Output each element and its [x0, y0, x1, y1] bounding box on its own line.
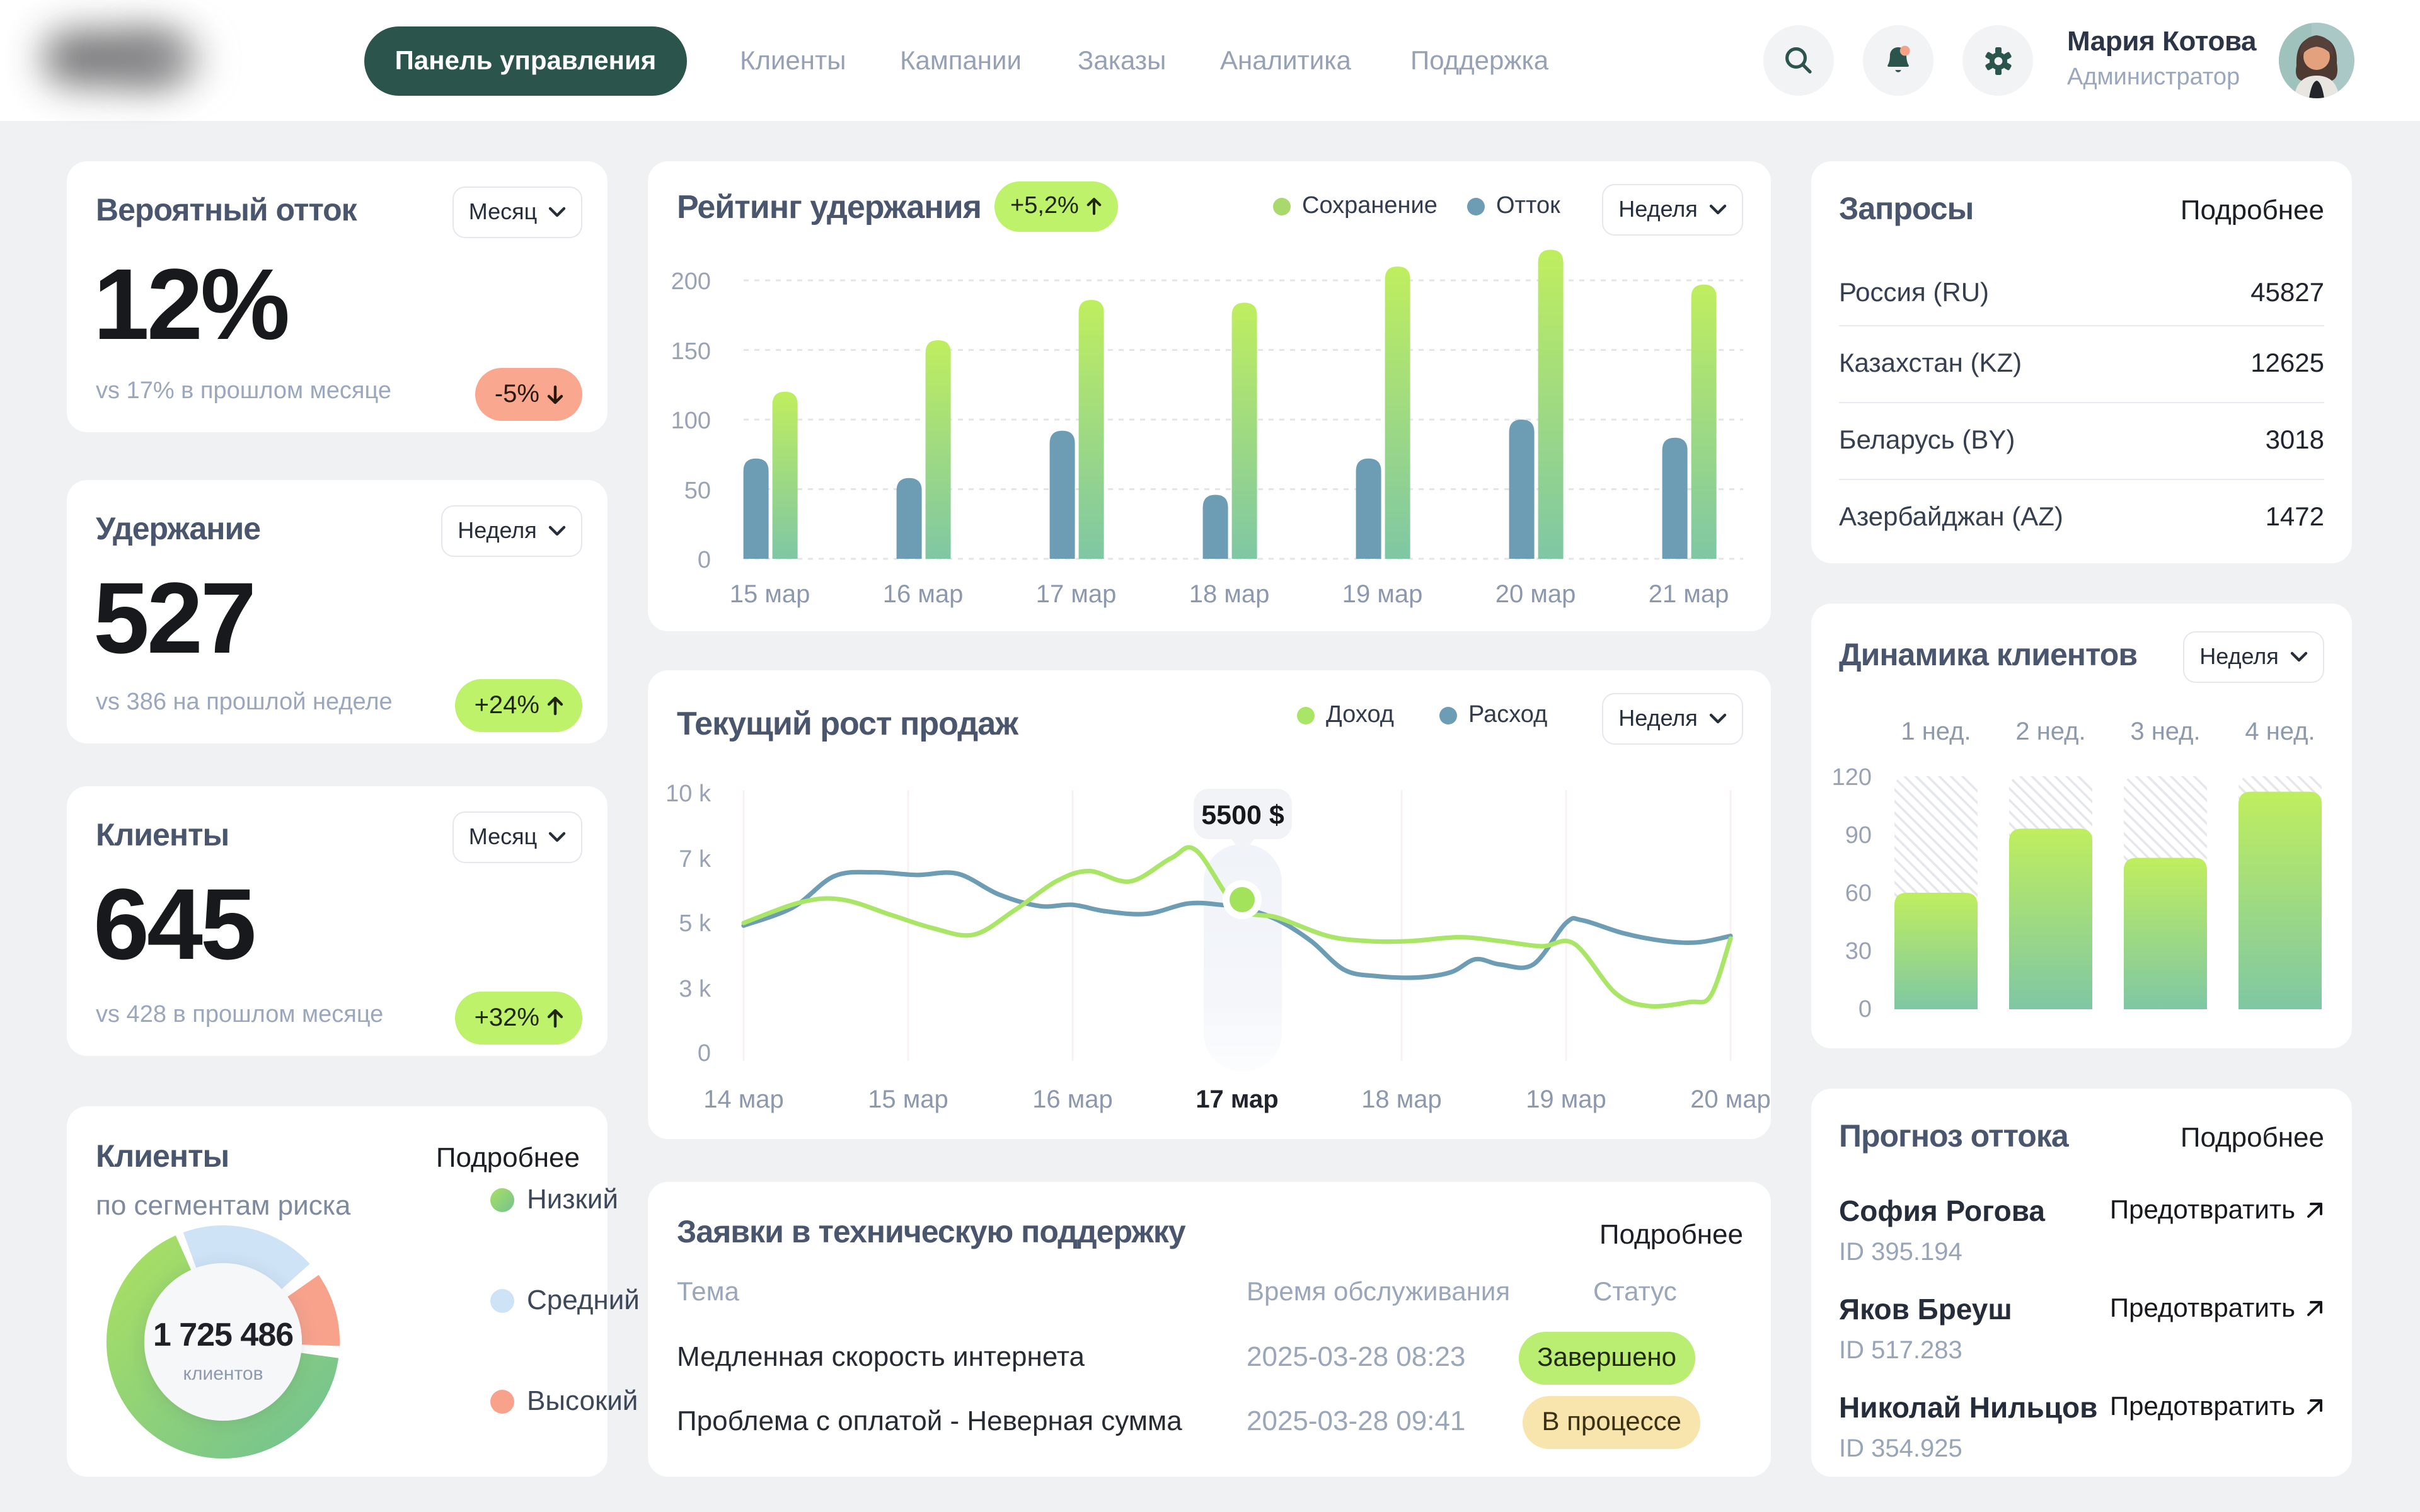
svg-text:5500 $: 5500 $: [1201, 800, 1284, 830]
svg-text:0: 0: [698, 547, 711, 573]
svg-text:10 k: 10 k: [666, 781, 712, 807]
svg-text:17 мар: 17 мар: [1196, 1085, 1278, 1113]
svg-text:18 мар: 18 мар: [1189, 580, 1270, 608]
svg-text:15 мар: 15 мар: [868, 1085, 948, 1113]
svg-text:2 нед.: 2 нед.: [2015, 718, 2085, 745]
svg-text:19 мар: 19 мар: [1526, 1085, 1606, 1113]
svg-text:21 мар: 21 мар: [1649, 580, 1729, 608]
svg-text:17 мар: 17 мар: [1036, 580, 1117, 608]
svg-text:20 мар: 20 мар: [1690, 1085, 1771, 1113]
svg-text:19 мар: 19 мар: [1342, 580, 1423, 608]
svg-text:16 мар: 16 мар: [1032, 1085, 1113, 1113]
svg-text:16 мар: 16 мар: [883, 580, 964, 608]
svg-text:4 нед.: 4 нед.: [2245, 718, 2315, 745]
svg-text:50: 50: [684, 478, 711, 504]
svg-text:1 нед.: 1 нед.: [1901, 718, 1971, 745]
svg-text:5 k: 5 k: [679, 910, 712, 937]
svg-text:0: 0: [698, 1040, 711, 1067]
svg-text:100: 100: [671, 408, 711, 434]
svg-text:150: 150: [671, 338, 711, 365]
svg-text:15 мар: 15 мар: [730, 580, 810, 608]
svg-text:7 k: 7 k: [679, 846, 712, 873]
svg-text:14 мар: 14 мар: [703, 1085, 784, 1113]
svg-text:3 k: 3 k: [679, 976, 712, 1002]
svg-text:30: 30: [1845, 938, 1872, 965]
svg-text:3 нед.: 3 нед.: [2130, 718, 2200, 745]
svg-text:20 мар: 20 мар: [1495, 580, 1576, 608]
svg-text:90: 90: [1845, 822, 1872, 849]
svg-text:60: 60: [1845, 880, 1872, 907]
svg-text:клиентов: клиентов: [183, 1363, 263, 1384]
svg-text:200: 200: [671, 268, 711, 295]
svg-text:18 мар: 18 мар: [1361, 1085, 1442, 1113]
svg-text:0: 0: [1858, 996, 1872, 1022]
svg-text:120: 120: [1832, 764, 1872, 791]
svg-text:1 725 486: 1 725 486: [153, 1317, 293, 1353]
